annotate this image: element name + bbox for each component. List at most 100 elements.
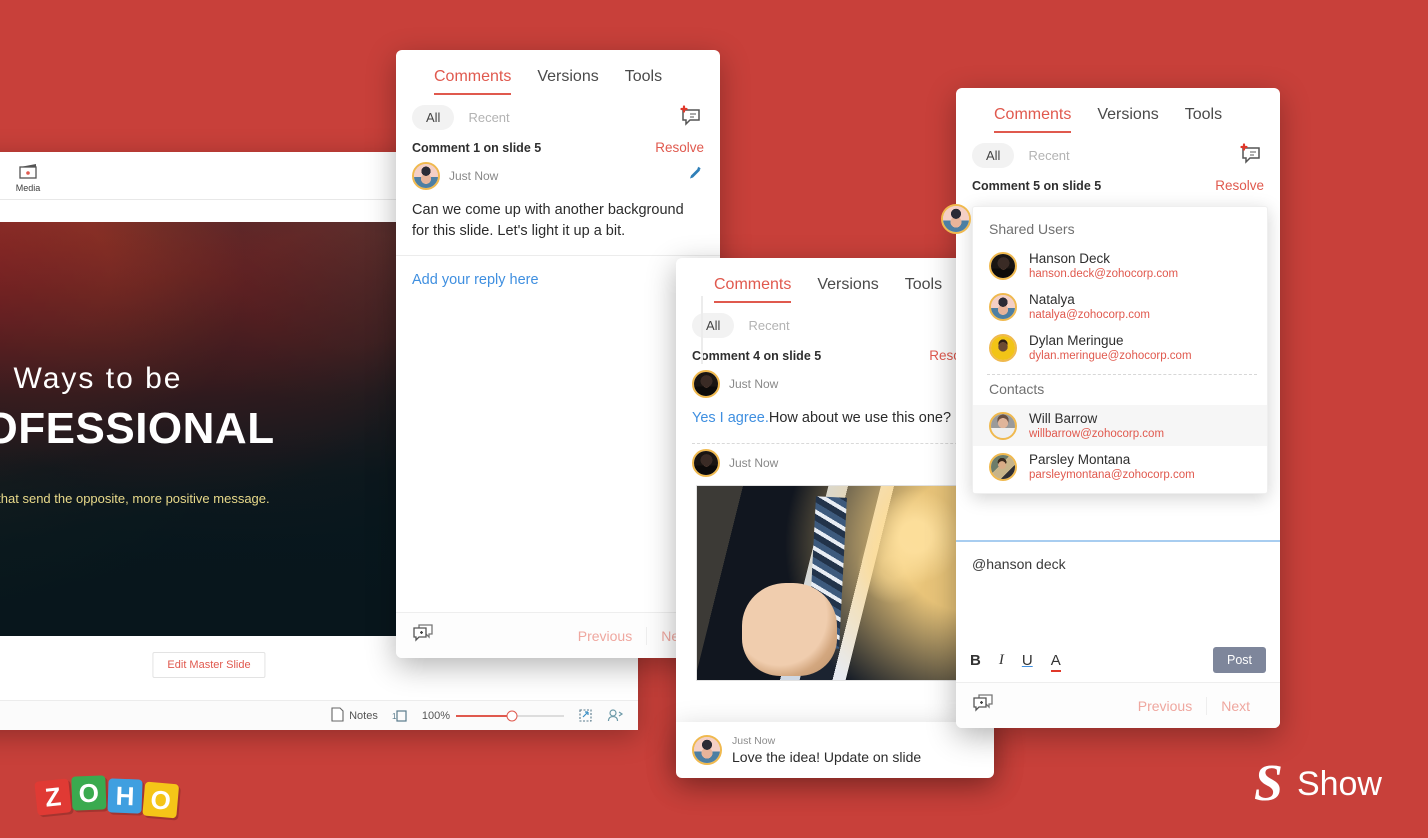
zoom-track[interactable]	[456, 710, 564, 721]
edit-master-slide-button[interactable]: Edit Master Slide	[152, 652, 266, 678]
comment-compose-area: @hanson deck B I U A Post	[956, 540, 1280, 682]
avatar-image	[991, 454, 1015, 479]
toolbar-media-button[interactable]: Media	[4, 159, 52, 193]
comment-attachment-image[interactable]: businessman-pointing-image	[696, 484, 978, 681]
tab-tools[interactable]: Tools	[905, 276, 942, 303]
comments-icon[interactable]	[412, 623, 434, 648]
tab-tools[interactable]: Tools	[1185, 106, 1222, 133]
fullscreen-icon[interactable]	[578, 708, 593, 723]
avatar	[989, 251, 1017, 280]
next-button[interactable]: Next	[1207, 698, 1264, 714]
user-email: willbarrow@zohocorp.com	[1029, 428, 1165, 440]
add-comment-icon[interactable]	[678, 103, 704, 132]
comment-header: Comment 5 on slide 5 Resolve	[956, 174, 1280, 195]
filter-recent[interactable]: Recent	[454, 105, 523, 130]
avatar[interactable]	[941, 204, 971, 234]
avatar	[989, 452, 1017, 481]
resolve-button[interactable]: Resolve	[1215, 178, 1264, 193]
comment-body: Can we come up with another background f…	[412, 202, 684, 239]
filter-all[interactable]: All	[972, 143, 1015, 168]
avatar-image	[991, 413, 1015, 438]
previous-button[interactable]: Previous	[564, 628, 646, 644]
present-icon[interactable]	[607, 708, 624, 723]
tab-tools[interactable]: Tools	[625, 68, 662, 95]
inline-reply-body: Love the idea! Update on slide	[732, 749, 922, 765]
avatar[interactable]	[692, 735, 722, 765]
comment-title: Comment 4 on slide 5	[692, 348, 822, 363]
avatar[interactable]	[412, 162, 440, 190]
comment-header: Comment 4 on slide 5 Resolve	[676, 344, 994, 365]
avatar-image	[694, 450, 718, 475]
comments-icon[interactable]	[972, 693, 994, 718]
panel-filter-bar: All Recent	[676, 303, 994, 344]
comment-inline-reply: Just Now Love the idea! Update on slide	[676, 722, 994, 778]
text-color-button[interactable]: A	[1050, 652, 1061, 672]
comment-body: Yes I agree.How about we use this one?	[676, 398, 994, 443]
panel-tabs: Comments Versions Tools	[956, 88, 1280, 133]
italic-button[interactable]: I	[999, 652, 1004, 669]
thread-connector	[701, 296, 703, 364]
tab-comments[interactable]: Comments	[434, 68, 512, 95]
zoho-show-logo: S Show	[1254, 758, 1382, 810]
resolve-button[interactable]: Resolve	[655, 140, 704, 155]
reply-input[interactable]: Add your reply here	[396, 256, 720, 304]
add-comment-icon[interactable]	[1238, 141, 1264, 170]
user-info: Will Barrow willbarrow@zohocorp.com	[1029, 411, 1164, 440]
attachment-detail	[741, 582, 837, 676]
shared-user-row[interactable]: Hanson Deck hanson.deck@zohocorp.com	[973, 245, 1267, 286]
fit-slide-icon[interactable]: 1	[392, 708, 408, 724]
filter-all[interactable]: All	[412, 105, 455, 130]
bold-button[interactable]: B	[970, 652, 981, 669]
filter-all[interactable]: All	[692, 313, 735, 338]
tab-comments[interactable]: Comments	[994, 106, 1072, 133]
tab-comments[interactable]: Comments	[714, 276, 792, 303]
zoom-slider[interactable]: 100%	[422, 710, 564, 722]
user-email: dylan.meringue@zohocorp.com	[1029, 350, 1192, 362]
show-mark-icon: S	[1254, 755, 1283, 812]
zoom-knob[interactable]	[506, 710, 518, 721]
user-name: Dylan Meringue	[1029, 333, 1124, 348]
shared-user-row[interactable]: Dylan Meringue dylan.meringue@zohocorp.c…	[973, 327, 1267, 368]
toolbar-media-label: Media	[15, 182, 41, 193]
tab-versions[interactable]: Versions	[1097, 106, 1158, 133]
panel-footer: Previous Next	[396, 612, 720, 658]
avatar[interactable]	[692, 448, 720, 477]
filter-recent[interactable]: Recent	[734, 313, 803, 338]
avatar[interactable]	[692, 370, 720, 398]
comment-timestamp: Just Now	[729, 377, 779, 391]
avatar	[989, 333, 1017, 362]
filter-recent[interactable]: Recent	[1014, 143, 1083, 168]
comments-panel-4: Comments Versions Tools All Recent Comme…	[676, 258, 994, 772]
panel-footer-nav: Previous Next	[1124, 696, 1264, 715]
avatar-image	[943, 206, 969, 232]
compose-toolbar: B I U A Post	[956, 638, 1280, 682]
slide-canvas[interactable]: Ways to be PROFESSIONAL e behaviors that…	[0, 222, 416, 636]
comment-author-row: Just Now	[676, 444, 994, 477]
notes-icon	[331, 706, 344, 725]
user-name: Parsley Montana	[1029, 452, 1131, 467]
tab-versions[interactable]: Versions	[537, 68, 598, 95]
user-email: natalya@zohocorp.com	[1029, 309, 1150, 321]
underline-button[interactable]: U	[1022, 652, 1033, 669]
contact-row[interactable]: Will Barrow willbarrow@zohocorp.com	[973, 405, 1267, 446]
zoho-letter-h: H	[107, 778, 143, 814]
status-bar: Notes 1 100%	[0, 700, 638, 730]
user-email: hanson.deck@zohocorp.com	[1029, 268, 1179, 280]
compose-input[interactable]: @hanson deck	[956, 542, 1280, 586]
zoom-fill	[456, 714, 513, 717]
tab-versions[interactable]: Versions	[817, 276, 878, 303]
contact-row[interactable]: Parsley Montana parsleymontana@zohocorp.…	[973, 446, 1267, 487]
pencil-icon[interactable]	[687, 165, 704, 187]
post-button[interactable]: Post	[1212, 647, 1266, 673]
previous-button[interactable]: Previous	[1124, 698, 1206, 714]
avatar-image	[991, 294, 1015, 319]
panel-filter-bar: All Recent	[956, 133, 1280, 174]
comment-mention: Yes I agree.	[692, 410, 769, 426]
zoho-logo: Z O H O	[34, 775, 180, 819]
notes-button[interactable]: Notes	[331, 706, 378, 725]
comment-title: Comment 1 on slide 5	[412, 140, 542, 155]
shared-user-row[interactable]: Natalya natalya@zohocorp.com	[973, 286, 1267, 327]
shared-users-heading: Shared Users	[989, 221, 1075, 237]
slide-title-block: Ways to be PROFESSIONAL	[0, 362, 416, 454]
zoho-letter-o2: O	[142, 781, 180, 819]
